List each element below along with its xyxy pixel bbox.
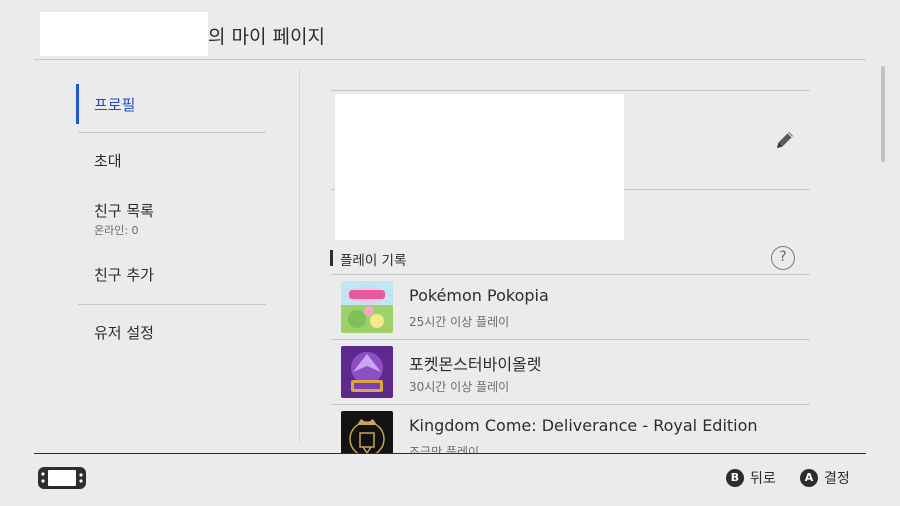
header-divider [34, 59, 866, 60]
game-title: Pokémon Pokopia [409, 286, 549, 305]
sidebar-item-profile[interactable]: 프로필 [76, 84, 266, 124]
section-title: 플레이 기록 [340, 253, 407, 269]
sidebar-item-user-settings[interactable]: 유저 설정 [78, 312, 266, 352]
back-label: 뒤로 [750, 471, 776, 487]
game-thumbnail-violet [341, 346, 393, 398]
sidebar-item-label: 유저 설정 [94, 324, 154, 342]
sidebar-item-label: 친구 목록 [94, 202, 154, 220]
b-button-icon: B [726, 469, 744, 487]
sidebar: 프로필 초대 친구 목록 온라인: 0 친구 추가 유저 설정 [76, 70, 268, 450]
active-indicator [76, 84, 79, 124]
pencil-icon [777, 132, 793, 148]
a-button-icon: A [800, 469, 818, 487]
sidebar-divider [78, 304, 266, 305]
sidebar-item-friend-list[interactable]: 친구 목록 온라인: 0 [78, 194, 266, 240]
sidebar-item-label: 초대 [94, 152, 122, 170]
content-divider [299, 70, 300, 442]
list-item[interactable]: Kingdom Come: Deliverance - Royal Editio… [331, 405, 810, 453]
sidebar-item-label: 프로필 [94, 96, 136, 114]
scrollbar[interactable] [881, 66, 885, 162]
header: 의 마이 페이지 [0, 0, 900, 60]
list-item[interactable]: 포켓몬스터바이올렛 30시간 이상 플레이 [331, 340, 810, 405]
play-history-list: Pokémon Pokopia 25시간 이상 플레이 포켓몬스터바이올렛 30… [331, 275, 810, 453]
profile-divider-top [331, 90, 810, 91]
footer-divider [34, 453, 866, 454]
edit-profile-button[interactable] [772, 127, 798, 153]
online-count: 온라인: 0 [94, 224, 139, 237]
game-thumbnail-pokopia [341, 281, 393, 333]
console-handheld-icon [37, 466, 87, 490]
game-title: Kingdom Come: Deliverance - Royal Editio… [409, 416, 758, 435]
list-item[interactable]: Pokémon Pokopia 25시간 이상 플레이 [331, 275, 810, 340]
sidebar-divider [78, 132, 266, 133]
redacted-username [40, 12, 208, 56]
confirm-label: 결정 [824, 471, 850, 487]
game-playtime: 조금만 플레이 [409, 445, 480, 453]
sidebar-item-invite[interactable]: 초대 [78, 140, 266, 180]
sidebar-item-add-friend[interactable]: 친구 추가 [78, 254, 266, 294]
game-playtime: 30시간 이상 플레이 [409, 380, 510, 394]
sidebar-item-label: 친구 추가 [94, 266, 154, 284]
section-marker [330, 250, 333, 266]
page-title: 의 마이 페이지 [208, 26, 325, 48]
game-playtime: 25시간 이상 플레이 [409, 315, 510, 329]
game-thumbnail-kingdom-come [341, 411, 393, 453]
play-history-header: 플레이 기록 ? [330, 246, 810, 274]
game-title: 포켓몬스터바이올렛 [409, 355, 542, 374]
confirm-button[interactable]: A 결정 [800, 468, 850, 488]
help-button[interactable]: ? [771, 246, 795, 270]
redacted-profile-card [335, 94, 624, 240]
back-button[interactable]: B 뒤로 [726, 468, 776, 488]
